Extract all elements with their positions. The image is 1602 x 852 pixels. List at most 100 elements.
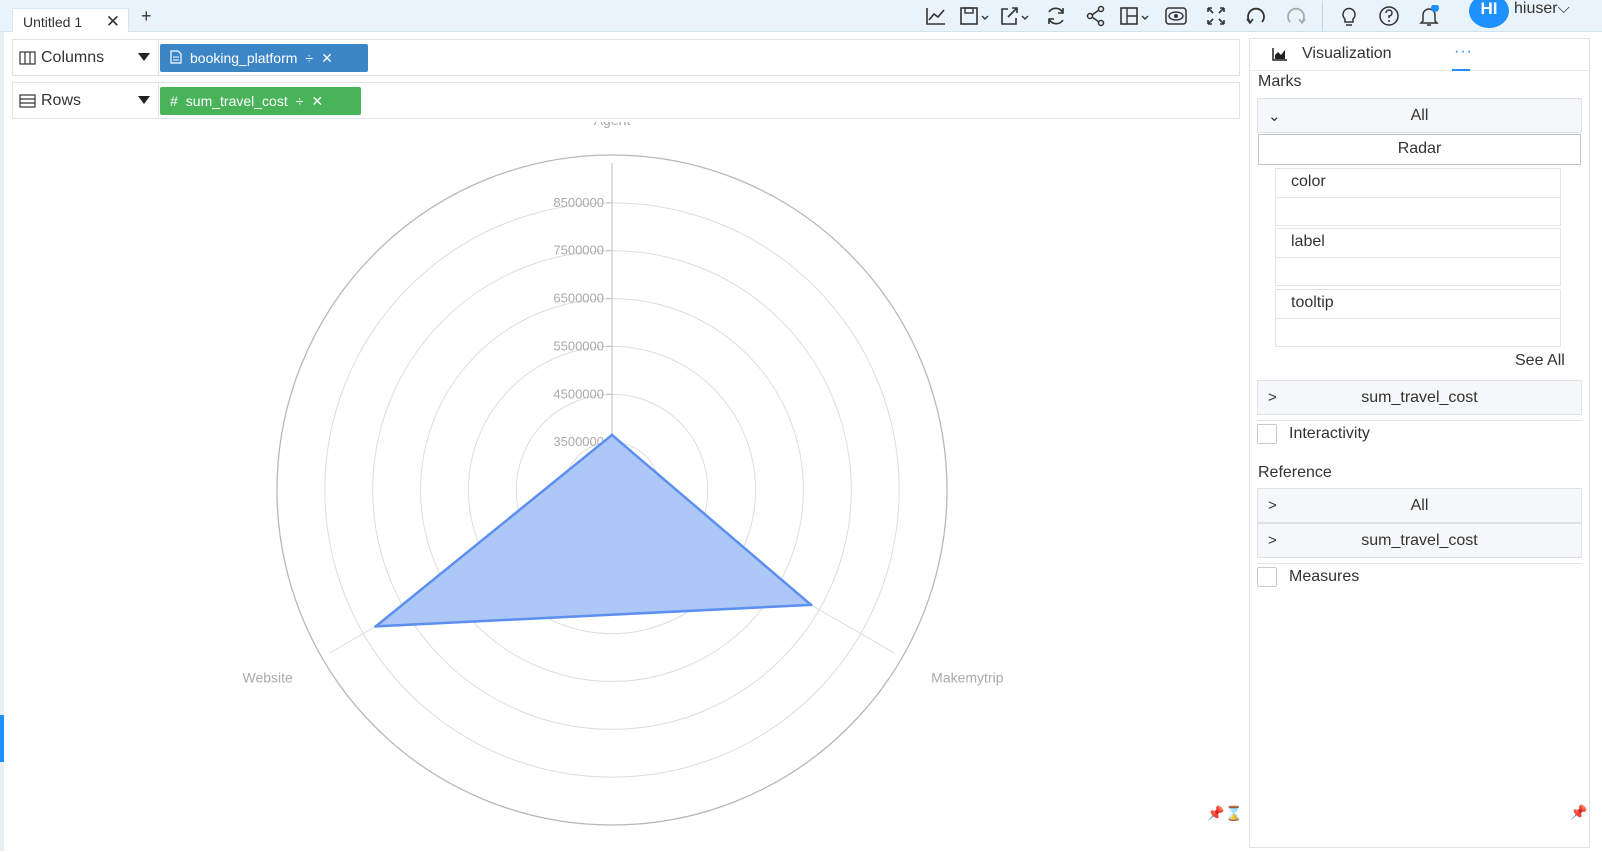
reference-all-accordion[interactable]: > All [1257, 488, 1582, 523]
redo-icon[interactable] [1276, 4, 1316, 28]
chevron-right-icon: > [1268, 389, 1277, 406]
active-tab-indicator [1452, 69, 1470, 71]
tab-visualization[interactable]: Visualization [1272, 45, 1392, 63]
visualization-panel: Visualization ··· Marks ⌄ All Radar colo… [1249, 38, 1590, 848]
layout-icon[interactable] [1116, 4, 1156, 28]
chart-canvas: 3500000 4500000 5500000 6500000 7500000 85000… [12, 112, 1243, 847]
marks-measure-accordion[interactable]: > sum_travel_cost [1257, 380, 1582, 415]
columns-shelf-header[interactable]: Columns [13, 40, 159, 75]
radar-data-point [809, 603, 813, 607]
measures-toggle[interactable]: Measures [1257, 567, 1359, 587]
area-chart-icon [1272, 48, 1287, 61]
dimension-icon [170, 49, 182, 67]
add-tab-icon[interactable]: + [141, 6, 152, 27]
rows-pill[interactable]: # sum_travel_cost ÷ ✕ [160, 87, 361, 115]
tab-untitled-1[interactable]: Untitled 1 ✕ [12, 8, 129, 32]
radar-category-label: Website [243, 670, 294, 686]
reference-all-label: All [1410, 496, 1429, 514]
marks-all-label: All [1410, 106, 1429, 124]
radial-tick-label: 7500000 [553, 243, 604, 258]
help-icon[interactable] [1369, 4, 1409, 28]
hourglass-icon: ⌛ [1225, 805, 1243, 821]
sort-icon[interactable]: ÷ [296, 93, 304, 109]
radar-data-point [374, 624, 378, 628]
radar-category-label: Makemytrip [931, 670, 1004, 686]
chart-type-label: Radar [1397, 140, 1442, 157]
top-bar: Untitled 1 ✕ + HI hiuser⌵ [0, 0, 1602, 32]
chevron-down-icon: ⌄ [1268, 108, 1281, 125]
tab-visualization-label: Visualization [1302, 45, 1392, 62]
close-icon[interactable]: ✕ [106, 12, 120, 32]
toolbar [916, 0, 1449, 32]
tab-label: Untitled 1 [23, 14, 83, 30]
columns-pill[interactable]: booking_platform ÷ ✕ [160, 44, 368, 72]
pin-icon[interactable]: 📌 [1207, 805, 1224, 822]
toolbar-divider [1322, 1, 1323, 31]
undo-icon[interactable] [1236, 4, 1276, 28]
preview-icon[interactable] [1156, 4, 1196, 28]
radial-tick-label: 4500000 [553, 386, 604, 401]
pin-icon[interactable]: 📌 [1570, 804, 1587, 821]
remove-pill-icon[interactable]: ✕ [311, 93, 323, 110]
section-divider [1257, 420, 1582, 421]
radial-tick-label: 6500000 [553, 291, 604, 306]
username-label: hiuser [1514, 0, 1558, 17]
rows-pill-label: sum_travel_cost [185, 93, 288, 109]
section-divider [1257, 563, 1582, 564]
rows-icon [19, 93, 36, 108]
left-rail [0, 32, 4, 851]
more-options-icon[interactable]: ··· [1454, 43, 1473, 61]
rows-shelf[interactable]: Rows # sum_travel_cost ÷ ✕ [12, 82, 1240, 119]
interactivity-label: Interactivity [1289, 425, 1370, 442]
see-all-link[interactable]: See All [1515, 352, 1565, 370]
lightbulb-icon[interactable] [1329, 4, 1369, 28]
caret-down-icon[interactable] [138, 96, 150, 104]
slot-title: color [1276, 169, 1560, 198]
marks-all-accordion[interactable]: ⌄ All [1257, 98, 1582, 133]
columns-icon [19, 50, 36, 65]
slot-title: label [1276, 229, 1560, 258]
color-drop-slot[interactable]: color [1275, 168, 1561, 226]
reference-measure-label: sum_travel_cost [1361, 531, 1478, 549]
interactivity-checkbox[interactable] [1257, 424, 1277, 444]
refresh-icon[interactable] [1036, 4, 1076, 28]
chart-type-selector[interactable]: Radar [1258, 134, 1581, 165]
fullscreen-icon[interactable] [1196, 4, 1236, 28]
columns-shelf[interactable]: Columns booking_platform ÷ ✕ [12, 39, 1240, 76]
share-icon[interactable] [1076, 4, 1116, 28]
tooltip-drop-slot[interactable]: tooltip [1275, 289, 1561, 347]
marks-section-label: Marks [1258, 73, 1302, 90]
caret-down-icon[interactable] [138, 53, 150, 61]
columns-label: Columns [41, 48, 105, 66]
reference-section-label: Reference [1258, 464, 1332, 481]
radar-series-area [374, 433, 813, 628]
user-menu[interactable]: hiuser⌵ [1514, 0, 1570, 18]
sort-icon[interactable]: ÷ [305, 50, 313, 66]
chevron-right-icon: > [1268, 497, 1277, 514]
rows-label: Rows [41, 91, 82, 109]
measures-checkbox[interactable] [1257, 567, 1277, 587]
save-icon[interactable] [956, 4, 996, 28]
notification-bell-icon[interactable] [1409, 4, 1449, 28]
marks-measure-label: sum_travel_cost [1361, 388, 1478, 406]
measure-hash-icon: # [170, 93, 178, 109]
radar-category-label: Agent [594, 122, 631, 128]
avatar[interactable]: HI [1469, 0, 1509, 28]
chevron-down-icon: ⌵ [1557, 0, 1570, 17]
label-drop-slot[interactable]: label [1275, 228, 1561, 286]
avatar-initials: HI [1480, 0, 1498, 18]
reference-measure-accordion[interactable]: > sum_travel_cost [1257, 523, 1582, 558]
remove-pill-icon[interactable]: ✕ [321, 50, 333, 67]
measures-label: Measures [1289, 568, 1360, 585]
radial-tick-label: 8500000 [553, 195, 604, 210]
columns-pill-label: booking_platform [190, 50, 298, 66]
radar-data-point [610, 433, 614, 437]
rows-shelf-header[interactable]: Rows [13, 83, 159, 118]
left-rail-active-marker [0, 715, 4, 762]
interactivity-toggle[interactable]: Interactivity [1257, 424, 1370, 444]
chevron-right-icon: > [1268, 532, 1277, 549]
line-chart-icon[interactable] [916, 4, 956, 28]
radial-tick-label: 5500000 [553, 338, 604, 353]
panel-tabs: Visualization ··· [1250, 39, 1589, 71]
export-icon[interactable] [996, 4, 1036, 28]
